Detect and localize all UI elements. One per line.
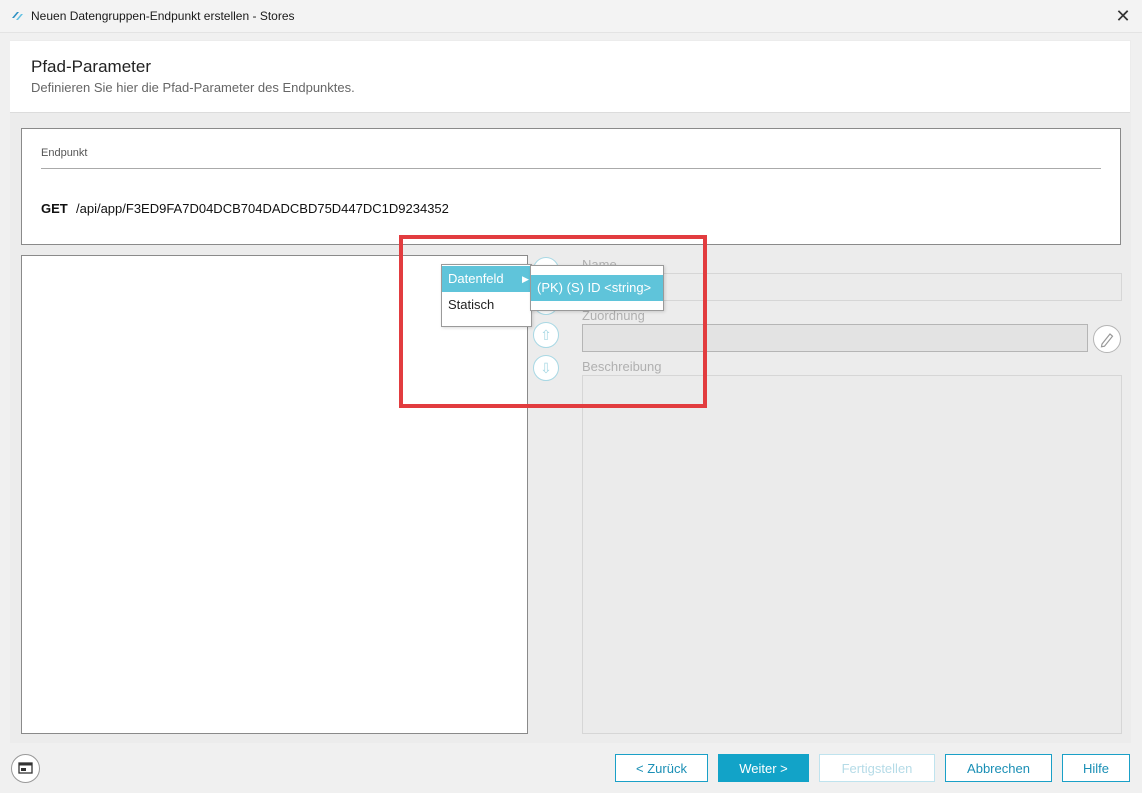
http-method: GET: [41, 201, 68, 216]
highlight-box: [399, 235, 707, 408]
close-icon[interactable]: ✕: [1110, 3, 1136, 29]
back-button[interactable]: < Zurück: [615, 754, 708, 782]
endpoint-divider: [41, 168, 1101, 169]
endpoint-path: /api/app/F3ED9FA7D04DCB704DADCBD75D447DC…: [76, 201, 449, 216]
finish-button[interactable]: Fertigstellen: [819, 754, 935, 782]
endpoint-panel: Endpunkt GET /api/app/F3ED9FA7D04DCB704D…: [21, 128, 1121, 245]
beschreibung-field[interactable]: [582, 375, 1122, 734]
page-header: Pfad-Parameter Definieren Sie hier die P…: [10, 41, 1130, 113]
window-title: Neuen Datengruppen-Endpunkt erstellen - …: [31, 9, 295, 23]
window-icon: [18, 762, 33, 774]
help-button[interactable]: Hilfe: [1062, 754, 1130, 782]
layout-toggle-button[interactable]: [11, 754, 40, 783]
next-button[interactable]: Weiter >: [718, 754, 809, 782]
pencil-icon: [1100, 333, 1114, 348]
endpoint-label: Endpunkt: [41, 147, 88, 159]
cancel-button[interactable]: Abbrechen: [945, 754, 1052, 782]
page-title: Pfad-Parameter: [31, 57, 151, 76]
page-subtitle: Definieren Sie hier die Pfad-Parameter d…: [31, 80, 355, 95]
app-icon: [12, 12, 23, 20]
edit-mapping-button[interactable]: [1093, 325, 1121, 353]
title-bar: Neuen Datengruppen-Endpunkt erstellen - …: [0, 0, 1142, 33]
